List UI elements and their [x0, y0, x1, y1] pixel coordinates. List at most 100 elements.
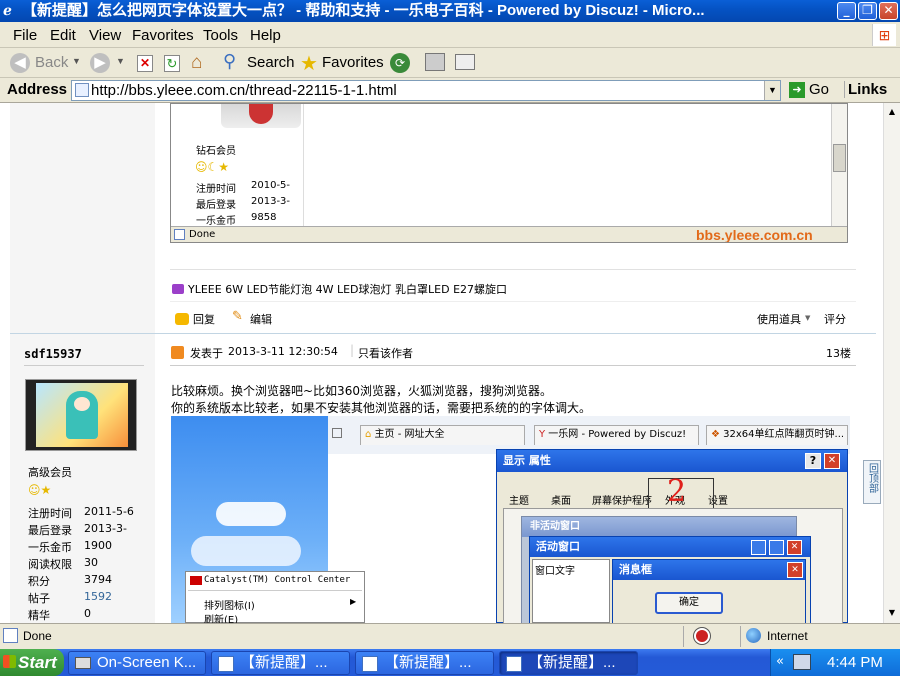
window-title-bar[interactable]: ℯ 【新提醒】怎么把网页字体设置大一点？ - 帮助和支持 - 一乐电子百科 - … [0, 0, 900, 22]
favorites-star-icon[interactable]: ★ [300, 51, 318, 76]
ie-task-icon [218, 656, 234, 672]
close-button[interactable]: ✕ [879, 2, 898, 20]
inner-row-label: 注册时间 [196, 184, 236, 195]
only-author-link[interactable]: 只看该作者 [358, 345, 413, 361]
status-bar: Done Internet [0, 623, 900, 649]
stop-icon[interactable]: ✕ [137, 55, 153, 72]
back-to-top-button[interactable]: 回顶部 [863, 460, 881, 504]
back-arrow-icon[interactable]: ◀ [10, 53, 30, 73]
taskbar-item-label: 【新提醒】... [240, 654, 328, 671]
dialog-title-bar: 显示 属性 [497, 450, 847, 472]
home-icon[interactable]: ⌂ [191, 52, 202, 74]
stat-label: 精华 [28, 609, 50, 622]
reply-link[interactable]: 回复 [193, 311, 215, 327]
menu-edit[interactable]: Edit [50, 27, 76, 44]
ie-task-icon [362, 656, 378, 672]
ok-label: 确定 [679, 597, 699, 608]
stat-value: 1900 [84, 539, 112, 552]
keyboard-icon [75, 657, 91, 669]
vertical-scrollbar[interactable]: ▲ ▼ [883, 103, 900, 623]
tab-label: 主页 - 网址大全 [374, 429, 445, 440]
stat-label: 最后登录 [28, 524, 72, 537]
ad-link[interactable]: YLEEE 6W LED节能灯泡 4W LED球泡灯 乳白罩LED E27螺旋口 [188, 281, 507, 297]
taskbar-item-label: 【新提醒】... [528, 654, 616, 671]
address-url[interactable]: http://bbs.yleee.com.cn/thread-22115-1-1… [91, 82, 397, 99]
tools-menu[interactable]: 使用道具 [757, 311, 801, 327]
start-label: Start [18, 653, 57, 672]
taskbar-item[interactable]: 【新提醒】... [355, 651, 494, 675]
rate-link[interactable]: 评分 [824, 311, 846, 327]
context-menu: Catalyst(TM) Control Center 排列图标(I) ▶ 刷新… [185, 571, 365, 623]
divider [170, 301, 856, 302]
submenu-arrow-icon: ▶ [350, 597, 357, 606]
tools-dropdown-icon[interactable]: ▼ [805, 314, 810, 322]
back-dropdown-icon[interactable]: ▼ [72, 56, 81, 66]
edit-icon[interactable] [455, 54, 475, 70]
go-arrow-icon[interactable]: ➜ [789, 82, 805, 98]
back-label[interactable]: Back [35, 54, 68, 71]
watermark-text: bbs.yleee.com.cn [696, 227, 813, 243]
page-content: 钻石会员 ☺☾★ 注册时间 2010-5- 最后登录 2013-3- 一乐金币 … [0, 103, 883, 623]
inner-statusbar: Done bbs.yleee.com.cn [171, 226, 847, 243]
menu-tools[interactable]: Tools [203, 27, 238, 44]
inner-scrollbar [831, 104, 847, 226]
user-avatar[interactable] [25, 379, 137, 451]
status-text: Done [23, 629, 52, 643]
address-label: Address [7, 81, 68, 98]
edit-pencil-icon[interactable]: ✎ [232, 309, 243, 324]
forward-arrow-icon[interactable]: ▶ [90, 53, 110, 73]
scroll-up-icon[interactable]: ▲ [885, 104, 899, 120]
post-author[interactable]: sdf15937 [24, 347, 82, 361]
print-icon[interactable] [425, 53, 445, 71]
preview-maximize-icon [769, 540, 784, 555]
taskbar-item[interactable]: 【新提醒】... [211, 651, 350, 675]
inner-row-label: 一乐金币 [196, 216, 236, 227]
system-tray: « 4:44 PM [770, 649, 900, 676]
scroll-down-icon[interactable]: ▼ [885, 605, 899, 621]
zone-text: Internet [767, 629, 808, 643]
internet-zone-icon [746, 628, 761, 643]
browser-tab: Y 一乐网 - Powered by Discuz! [534, 425, 699, 445]
context-menu-item[interactable]: 排列图标(I) [204, 597, 255, 612]
post-body-line-2: 你的系统版本比较老，如果不安装其他浏览器的话，需要把系统的的字体调大。 [171, 401, 592, 415]
search-icon[interactable]: ⚲ [223, 51, 236, 72]
preview-minimize-icon [751, 540, 766, 555]
restore-button[interactable]: ❐ [858, 2, 877, 20]
divider [170, 269, 856, 270]
links-label[interactable]: Links [844, 81, 887, 98]
clock[interactable]: 4:44 PM [827, 654, 883, 671]
browser-tab: ❖ 32x64单红点阵翻页时钟... [706, 425, 848, 445]
menu-favorites[interactable]: Favorites [132, 27, 194, 44]
menu-view[interactable]: View [89, 27, 121, 44]
post-image[interactable]: ⌂ 主页 - 网址大全 Y 一乐网 - Powered by Discuz! ❖… [171, 416, 850, 623]
tray-expand-icon[interactable]: « [776, 654, 784, 669]
tab-label: 一乐网 - Powered by Discuz! [548, 429, 687, 440]
reply-icon[interactable] [175, 313, 189, 325]
floor-number[interactable]: 13楼 [826, 345, 851, 361]
forward-dropdown-icon[interactable]: ▼ [116, 56, 125, 66]
menu-bar: File Edit View Favorites Tools Help ⊞ [0, 22, 900, 48]
taskbar-item-active[interactable]: 【新提醒】... [499, 651, 638, 675]
active-window-preview: 活动窗口 ✕ 窗口文字 消息框 ✕ 确定 [529, 536, 811, 623]
context-menu-item[interactable]: 刷新(E) [204, 611, 238, 623]
menu-file[interactable]: File [13, 27, 37, 44]
favorites-label[interactable]: Favorites [322, 54, 384, 71]
search-label[interactable]: Search [247, 54, 295, 71]
edit-link[interactable]: 编辑 [250, 311, 272, 327]
address-field[interactable]: http://bbs.yleee.com.cn/thread-22115-1-1… [71, 80, 781, 101]
network-tray-icon[interactable] [793, 654, 811, 670]
menu-help[interactable]: Help [250, 27, 281, 44]
window-text-area: 窗口文字 [532, 559, 610, 623]
stat-value: 2011-5-6 [84, 505, 134, 518]
go-button[interactable]: Go [809, 81, 829, 98]
stat-value-link[interactable]: 1592 [84, 590, 112, 603]
address-dropdown-icon[interactable]: ▼ [764, 81, 780, 100]
minimize-button[interactable]: _ [837, 2, 856, 20]
history-icon[interactable]: ⟳ [390, 53, 410, 73]
user-rank: 高级会员 [28, 466, 72, 479]
start-button[interactable]: Start [0, 649, 64, 676]
taskbar-item[interactable]: On-Screen K... [68, 651, 206, 675]
stat-value: 30 [84, 556, 98, 569]
refresh-icon[interactable]: ↻ [164, 55, 180, 72]
inner-ie-icon [174, 229, 185, 240]
